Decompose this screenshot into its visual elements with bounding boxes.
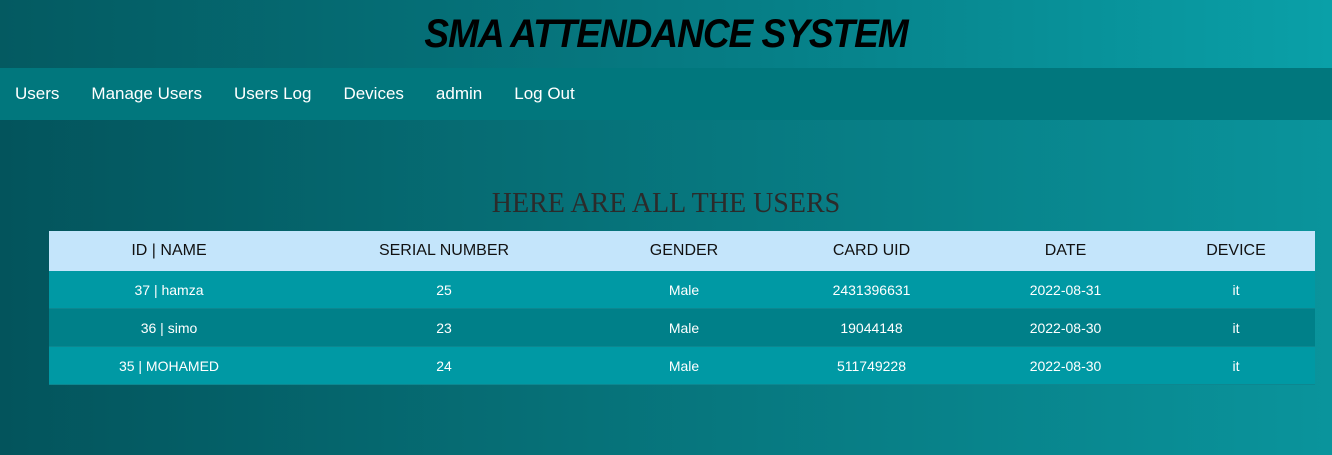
table-row: 37 | hamza 25 Male 2431396631 2022-08-31…: [49, 271, 1315, 309]
cell-id-name: 35 | MOHAMED: [49, 346, 289, 385]
cell-serial-number: 23: [289, 308, 599, 347]
cell-serial-number: 24: [289, 346, 599, 385]
cell-date: 2022-08-30: [974, 346, 1157, 385]
column-header-date: DATE: [974, 231, 1157, 271]
cell-gender: Male: [599, 271, 769, 309]
app-title: SMA ATTENDANCE SYSTEM: [424, 11, 908, 56]
cell-gender: Male: [599, 308, 769, 347]
cell-device: it: [1157, 271, 1315, 309]
section-title: HERE ARE ALL THE USERS: [491, 188, 841, 219]
cell-card-uid: 19044148: [769, 308, 974, 347]
cell-device: it: [1157, 346, 1315, 385]
column-header-serial-number: SERIAL NUMBER: [289, 231, 599, 271]
table-header: ID | NAME SERIAL NUMBER GENDER CARD UID …: [49, 231, 1315, 271]
cell-date: 2022-08-31: [974, 271, 1157, 309]
nav-devices[interactable]: Devices: [327, 68, 419, 120]
cell-device: it: [1157, 308, 1315, 347]
table-row: 36 | simo 23 Male 19044148 2022-08-30 it: [49, 308, 1315, 347]
users-table: ID | NAME SERIAL NUMBER GENDER CARD UID …: [49, 231, 1315, 385]
nav-log-out[interactable]: Log Out: [498, 68, 591, 120]
nav-manage-users[interactable]: Manage Users: [75, 68, 218, 120]
top-navbar: Users Manage Users Users Log Devices adm…: [0, 68, 1332, 120]
cell-date: 2022-08-30: [974, 308, 1157, 347]
cell-serial-number: 25: [289, 271, 599, 309]
table-header-row: ID | NAME SERIAL NUMBER GENDER CARD UID …: [49, 231, 1315, 271]
nav-users[interactable]: Users: [0, 68, 75, 120]
cell-id-name: 36 | simo: [49, 308, 289, 347]
column-header-device: DEVICE: [1157, 231, 1315, 271]
table-row: 35 | MOHAMED 24 Male 511749228 2022-08-3…: [49, 346, 1315, 385]
cell-card-uid: 2431396631: [769, 271, 974, 309]
nav-admin[interactable]: admin: [420, 68, 498, 120]
cell-gender: Male: [599, 346, 769, 385]
page-header: SMA ATTENDANCE SYSTEM: [0, 0, 1332, 68]
column-header-card-uid: CARD UID: [769, 231, 974, 271]
cell-id-name: 37 | hamza: [49, 271, 289, 309]
column-header-gender: GENDER: [599, 231, 769, 271]
column-header-id-name: ID | NAME: [49, 231, 289, 271]
nav-users-log[interactable]: Users Log: [218, 68, 327, 120]
table-body: 37 | hamza 25 Male 2431396631 2022-08-31…: [49, 271, 1315, 385]
cell-card-uid: 511749228: [769, 346, 974, 385]
